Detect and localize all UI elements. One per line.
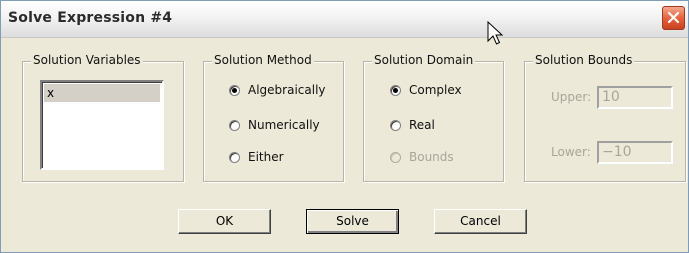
method-option-algebraically[interactable]: Algebraically	[229, 82, 326, 98]
radio-numerically[interactable]	[229, 119, 240, 131]
radio-algebraically[interactable]	[229, 84, 240, 96]
method-option-numerically[interactable]: Numerically	[229, 117, 320, 133]
method-option-label: Numerically	[248, 118, 320, 132]
cancel-button[interactable]: Cancel	[434, 209, 527, 234]
ok-button[interactable]: OK	[178, 209, 271, 234]
close-icon	[667, 11, 680, 24]
solution-domain-group: Solution Domain Complex Real Bounds	[363, 53, 504, 182]
method-option-label: Algebraically	[248, 83, 326, 97]
domain-option-label: Bounds	[409, 150, 454, 164]
domain-option-label: Complex	[409, 83, 462, 97]
title-bar[interactable]: Solve Expression #4	[1, 1, 688, 38]
upper-bound-input: 10	[597, 86, 673, 109]
solution-bounds-group: Solution Bounds Upper: 10 Lower: −10	[524, 53, 686, 182]
dialog-title: Solve Expression #4	[8, 10, 173, 26]
mouse-pointer-icon	[487, 21, 503, 45]
radio-complex[interactable]	[390, 84, 401, 96]
domain-option-label: Real	[409, 118, 435, 132]
solve-button[interactable]: Solve	[306, 209, 399, 234]
solution-method-group: Solution Method Algebraically Numericall…	[203, 53, 344, 182]
lower-bound-input: −10	[597, 141, 673, 164]
method-option-either[interactable]: Either	[229, 149, 284, 165]
upper-bound-label: Upper:	[551, 90, 592, 104]
solution-bounds-legend: Solution Bounds	[533, 53, 635, 67]
close-button[interactable]	[662, 6, 685, 30]
list-item[interactable]: x	[44, 84, 160, 102]
solution-variables-legend: Solution Variables	[31, 53, 143, 67]
radio-bounds	[390, 151, 401, 163]
radio-real[interactable]	[390, 119, 401, 131]
solution-method-legend: Solution Method	[212, 53, 314, 67]
solution-domain-legend: Solution Domain	[372, 53, 476, 67]
method-option-label: Either	[248, 150, 284, 164]
domain-option-complex[interactable]: Complex	[390, 82, 462, 98]
lower-bound-label: Lower:	[551, 145, 591, 159]
solve-expression-dialog: Solve Expression #4 Solution Variables x…	[0, 0, 689, 253]
radio-either[interactable]	[229, 151, 240, 163]
domain-option-bounds: Bounds	[390, 149, 454, 165]
solution-variables-listbox[interactable]: x	[40, 80, 164, 170]
domain-option-real[interactable]: Real	[390, 117, 435, 133]
